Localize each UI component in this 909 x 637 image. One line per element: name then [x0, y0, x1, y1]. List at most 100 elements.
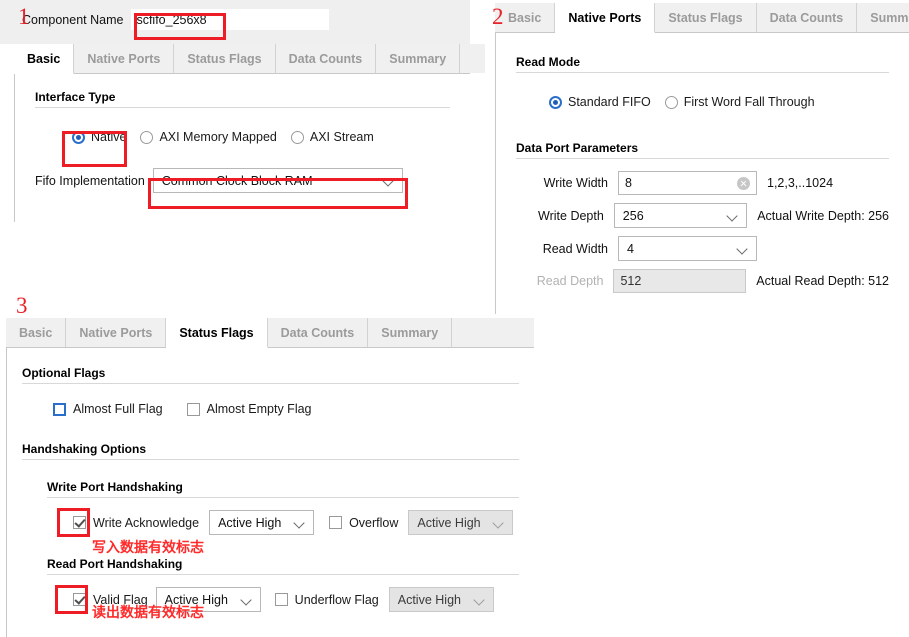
tab-summary[interactable]: Summary — [857, 3, 909, 32]
checkbox-almost-full-flag-box[interactable] — [53, 402, 66, 416]
write-port-handshaking-rule — [47, 497, 519, 498]
write-width-hint: 1,2,3,..1024 — [767, 176, 834, 190]
tab-native-ports[interactable]: Native Ports — [66, 318, 167, 347]
annotation-marker-1: 1 — [18, 4, 30, 29]
chevron-down-icon — [241, 594, 253, 606]
write-acknowledge-polarity-value: Active High — [218, 515, 282, 530]
checkbox-write-acknowledge-box[interactable] — [73, 516, 86, 529]
read-depth-input: 512 — [613, 269, 747, 293]
data-port-parameters-rule — [516, 158, 889, 159]
radio-axi-stream[interactable]: AXI Stream — [290, 130, 374, 144]
radio-standard-fifo-label: Standard FIFO — [568, 95, 651, 109]
annotation-note-read: 读出数据有效标志 — [92, 605, 204, 621]
underflow-flag-polarity-value: Active High — [397, 592, 461, 607]
tab-status-flags[interactable]: Status Flags — [174, 44, 276, 73]
interface-type-radio-group: Native AXI Memory Mapped AXI Stream — [72, 130, 450, 144]
write-width-label: Write Width — [543, 176, 608, 190]
handshaking-options-heading: Handshaking Options — [22, 442, 147, 456]
read-depth-hint: Actual Read Depth: 512 — [756, 274, 889, 288]
tab-data-counts[interactable]: Data Counts — [267, 318, 369, 347]
checkbox-almost-empty-flag[interactable]: Almost Empty Flag — [186, 402, 312, 416]
checkbox-almost-empty-flag-label: Almost Empty Flag — [206, 402, 312, 416]
radio-axi-stream-indicator[interactable] — [290, 130, 304, 144]
read-width-select[interactable]: 4 — [618, 236, 757, 261]
radio-standard-fifo[interactable]: Standard FIFO — [549, 95, 651, 109]
radio-native[interactable]: Native — [72, 130, 126, 144]
checkbox-write-acknowledge[interactable]: Write Acknowledge — [73, 516, 199, 530]
handshaking-options-rule — [22, 459, 519, 460]
checkbox-overflow-box[interactable] — [329, 516, 343, 529]
component-name-input[interactable]: scfifo_256x8 — [131, 9, 330, 30]
tab-basic[interactable]: Basic — [495, 3, 556, 32]
checkbox-overflow[interactable]: Overflow — [329, 516, 398, 530]
panel3-content: Optional Flags Almost Full Flag Almost E… — [6, 348, 534, 637]
tabstrip-filler — [460, 44, 487, 73]
read-port-handshaking-heading: Read Port Handshaking — [47, 557, 183, 571]
write-depth-hint: Actual Write Depth: 256 — [757, 208, 889, 223]
fifo-implementation-select[interactable]: Common Clock Block RAM — [152, 168, 403, 193]
native-ports-tab-panel: Basic Native Ports Status Flags Data Cou… — [485, 0, 909, 314]
write-acknowledge-polarity-select[interactable]: Active High — [209, 510, 315, 535]
checkbox-write-acknowledge-label: Write Acknowledge — [93, 515, 200, 530]
write-depth-label: Write Depth — [538, 208, 604, 223]
component-name-label: Component Name — [22, 12, 124, 27]
checkbox-underflow-flag[interactable]: Underflow Flag — [274, 592, 379, 607]
checkbox-almost-full-flag-label: Almost Full Flag — [73, 402, 163, 416]
optional-flags-heading: Optional Flags — [22, 366, 106, 380]
interface-type-rule — [35, 107, 450, 108]
tab-status-flags[interactable]: Status Flags — [655, 3, 757, 32]
checkbox-overflow-label: Overflow — [349, 515, 399, 530]
checkbox-valid-flag-box[interactable] — [73, 593, 86, 606]
optional-flags-group: Almost Full Flag Almost Empty Flag — [53, 402, 519, 416]
checkbox-almost-empty-flag-box[interactable] — [186, 402, 200, 416]
checkbox-almost-full-flag[interactable]: Almost Full Flag — [53, 402, 163, 416]
write-depth-row: Write Depth 256 Actual Write Depth: 256 — [516, 203, 889, 228]
basic-tab-panel: Component Name scfifo_256x8 Basic Native… — [0, 0, 487, 222]
read-port-handshaking-rule — [47, 574, 519, 575]
write-port-handshaking-block: Write Port Handshaking Write Acknowledge… — [47, 480, 519, 535]
radio-native-indicator[interactable] — [72, 130, 85, 144]
checkbox-underflow-flag-label: Underflow Flag — [294, 592, 379, 607]
annotation-marker-3: 3 — [16, 293, 28, 318]
tab-data-counts[interactable]: Data Counts — [275, 44, 377, 73]
read-width-label: Read Width — [542, 241, 608, 256]
chevron-down-icon — [727, 210, 739, 222]
read-width-row: Read Width 4 — [516, 236, 889, 261]
checkbox-underflow-flag-box[interactable] — [274, 593, 288, 606]
radio-axi-memory-mapped-indicator[interactable] — [140, 130, 154, 144]
write-depth-value: 256 — [622, 208, 644, 223]
component-name-value: scfifo_256x8 — [136, 12, 207, 27]
tab-summary[interactable]: Summary — [376, 44, 461, 73]
write-width-input[interactable]: 8 — [618, 171, 757, 195]
radio-first-word-fall-through-indicator[interactable] — [664, 95, 678, 109]
panel2-tabstrip: Basic Native Ports Status Flags Data Cou… — [495, 3, 909, 33]
overflow-polarity-select: Active High — [408, 510, 514, 535]
write-width-value: 8 — [625, 176, 632, 190]
tab-native-ports[interactable]: Native Ports — [555, 3, 656, 33]
tab-status-flags[interactable]: Status Flags — [166, 318, 268, 348]
tab-basic[interactable]: Basic — [6, 318, 67, 347]
interface-type-heading: Interface Type — [35, 90, 116, 104]
radio-first-word-fall-through[interactable]: First Word Fall Through — [664, 95, 815, 109]
fifo-implementation-label: Fifo Implementation — [35, 173, 145, 188]
radio-axi-memory-mapped[interactable]: AXI Memory Mapped — [140, 130, 277, 144]
clear-icon[interactable] — [737, 176, 750, 190]
tab-basic[interactable]: Basic — [14, 44, 75, 74]
underflow-flag-polarity-select: Active High — [388, 587, 494, 612]
annotation-note-write: 写入数据有效标志 — [92, 540, 204, 556]
tab-summary[interactable]: Summary — [368, 318, 453, 347]
fifo-implementation-value: Common Clock Block RAM — [161, 173, 313, 188]
radio-standard-fifo-indicator[interactable] — [549, 95, 562, 109]
panel2-content: Read Mode Standard FIFO First Word Fall … — [495, 33, 909, 314]
chevron-down-icon — [294, 517, 306, 529]
data-port-parameters-heading: Data Port Parameters — [516, 141, 639, 155]
chevron-down-icon — [383, 175, 395, 187]
read-depth-label: Read Depth — [536, 274, 604, 288]
tab-data-counts[interactable]: Data Counts — [756, 3, 858, 32]
tabstrip-filler — [452, 318, 534, 347]
read-mode-rule — [516, 72, 889, 73]
radio-first-word-fall-through-label: First Word Fall Through — [683, 95, 815, 109]
tab-native-ports[interactable]: Native Ports — [74, 44, 175, 73]
overflow-polarity-value: Active High — [417, 515, 481, 530]
write-depth-select[interactable]: 256 — [613, 203, 748, 228]
